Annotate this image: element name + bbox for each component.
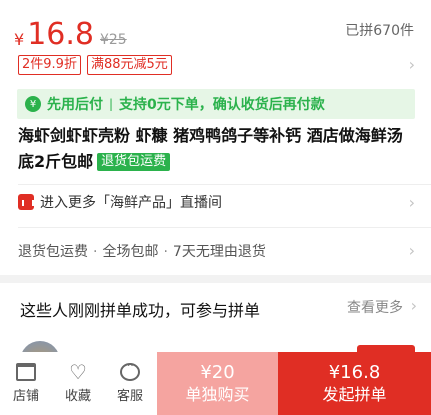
- discount-tags[interactable]: 2件9.9折 满88元减5元: [18, 55, 172, 75]
- group-buy-price: ¥16.8: [328, 361, 381, 383]
- pay-later-desc: 支持0元下单，确认收货后再付款: [119, 97, 325, 113]
- return-badge: 退货包运费: [97, 153, 171, 171]
- customer-service-button[interactable]: 客服: [104, 352, 156, 415]
- heart-icon: ♡: [69, 360, 87, 384]
- favorite-button[interactable]: ♡ 收藏: [52, 352, 104, 415]
- divider: [18, 184, 431, 185]
- chat-icon: [120, 361, 140, 381]
- price: 16.8: [27, 17, 94, 52]
- product-info-card: ¥ 16.8 ¥25 已拼670件 2件9.9折 满88元减5元 › ¥ 先用后…: [0, 0, 431, 275]
- product-title-text: 海虾剑虾虾壳粉 虾糠 猪鸡鸭鸽子等补钙 酒店做海鲜汤底2斤包邮: [18, 126, 403, 171]
- buy-alone-label: 单独购买: [185, 384, 250, 404]
- service-item: 全场包邮: [102, 244, 159, 260]
- discount-tag: 2件9.9折: [18, 55, 81, 75]
- discount-tag: 满88元减5元: [86, 55, 172, 75]
- live-icon: [18, 194, 34, 210]
- service-row[interactable]: 退货包运费 · 全场包邮 · 7天无理由退货: [18, 241, 266, 261]
- product-title: 海虾剑虾虾壳粉 虾糠 猪鸡鸭鸽子等补钙 酒店做海鲜汤底2斤包邮 退货包运费: [18, 123, 418, 175]
- group-buy-title: 这些人刚刚拼单成功，可参与拼单: [20, 301, 261, 320]
- original-price: ¥25: [99, 32, 127, 48]
- buy-alone-button[interactable]: ¥20 单独购买: [157, 352, 278, 415]
- chevron-right-icon[interactable]: ›: [409, 55, 415, 74]
- currency-symbol: ¥: [14, 30, 25, 49]
- divider: [18, 227, 431, 228]
- service-item: 7天无理由退货: [172, 244, 266, 260]
- buy-alone-price: ¥20: [200, 361, 235, 383]
- pay-later-label: 先用后付: [47, 97, 103, 113]
- store-button[interactable]: 店铺: [0, 352, 52, 415]
- live-room-link[interactable]: 进入更多「海鲜产品」直播间: [18, 192, 222, 212]
- start-group-buy-button[interactable]: ¥16.8 发起拼单: [278, 352, 431, 415]
- pay-later-icon: ¥: [25, 96, 41, 112]
- service-dot: ·: [93, 244, 98, 260]
- joined-count: 已拼670件: [345, 23, 414, 39]
- chevron-right-icon[interactable]: ›: [411, 296, 417, 315]
- chevron-right-icon[interactable]: ›: [409, 241, 415, 260]
- service-item: 退货包运费: [18, 244, 88, 260]
- see-more-link[interactable]: 查看更多: [347, 297, 403, 317]
- pay-later-banner[interactable]: ¥ 先用后付 | 支持0元下单，确认收货后再付款: [17, 89, 415, 119]
- group-buy-label: 发起拼单: [322, 384, 387, 404]
- store-label: 店铺: [12, 389, 39, 404]
- live-room-text: 进入更多「海鲜产品」直播间: [40, 195, 222, 211]
- favorite-label: 收藏: [64, 389, 91, 404]
- service-dot: ·: [163, 244, 168, 260]
- bottom-action-bar: 店铺 ♡ 收藏 客服 ¥20 单独购买 ¥16.8 发起拼单: [0, 352, 431, 415]
- promo-separator: |: [109, 97, 114, 111]
- chevron-right-icon[interactable]: ›: [409, 193, 415, 212]
- customer-service-label: 客服: [116, 389, 143, 404]
- price-row: ¥ 16.8 ¥25: [14, 8, 127, 52]
- store-icon: [16, 363, 36, 381]
